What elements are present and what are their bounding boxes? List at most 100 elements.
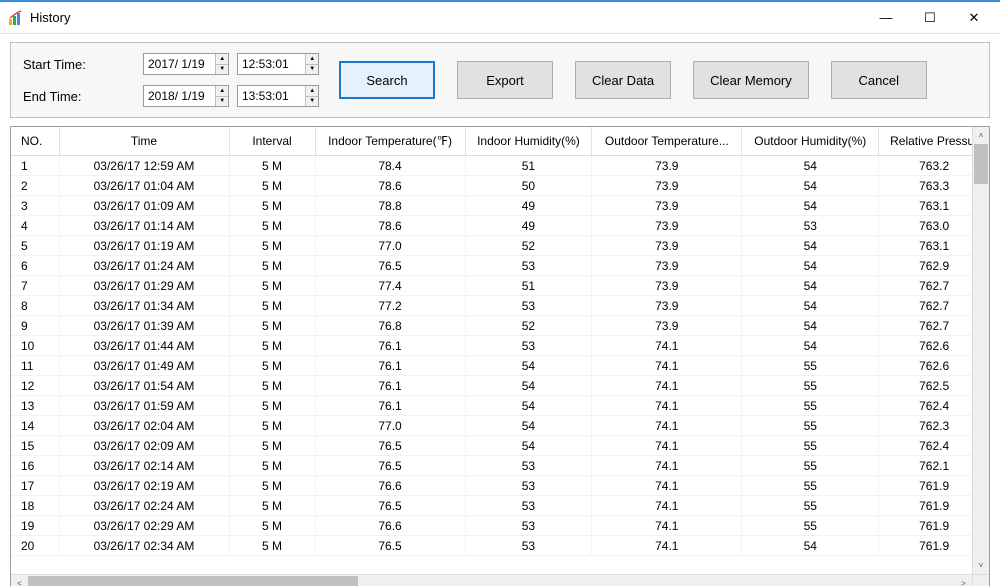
table-row[interactable]: 903/26/17 01:39 AM5 M76.85273.954762.7 [11,316,989,336]
vertical-scroll-thumb[interactable] [974,144,988,184]
start-date-input[interactable] [144,54,215,74]
maximize-button[interactable]: ☐ [908,3,952,33]
table-row[interactable]: 603/26/17 01:24 AM5 M76.55373.954762.9 [11,256,989,276]
cell-indoor_hum: 53 [465,516,592,536]
spinner-up-icon[interactable]: ▲ [216,54,228,65]
table-row[interactable]: 1203/26/17 01:54 AM5 M76.15474.155762.5 [11,376,989,396]
spinner-up-icon[interactable]: ▲ [216,86,228,97]
cell-interval: 5 M [229,496,315,516]
cell-time: 03/26/17 01:44 AM [59,336,229,356]
table-row[interactable]: 1703/26/17 02:19 AM5 M76.65374.155761.9 [11,476,989,496]
cell-interval: 5 M [229,156,315,176]
col-header-indoor-hum[interactable]: Indoor Humidity(%) [465,127,592,156]
cell-indoor_hum: 52 [465,236,592,256]
col-header-outdoor-hum[interactable]: Outdoor Humidity(%) [742,127,879,156]
date-column: Start Time: ▲ ▼ ▲ ▼ End Tim [23,53,319,107]
cell-time: 03/26/17 01:09 AM [59,196,229,216]
table-row[interactable]: 1003/26/17 01:44 AM5 M76.15374.154762.6 [11,336,989,356]
start-time-input[interactable] [238,54,305,74]
export-button[interactable]: Export [457,61,553,99]
cell-indoor_hum: 51 [465,276,592,296]
cell-outdoor_hum: 55 [742,376,879,396]
cell-no: 3 [11,196,59,216]
table-row[interactable]: 1803/26/17 02:24 AM5 M76.55374.155761.9 [11,496,989,516]
end-time-input[interactable] [238,86,305,106]
cell-no: 10 [11,336,59,356]
col-header-no[interactable]: NO. [11,127,59,156]
table-row[interactable]: 303/26/17 01:09 AM5 M78.84973.954763.1 [11,196,989,216]
end-date-input[interactable] [144,86,215,106]
start-date-field[interactable]: ▲ ▼ [143,53,229,75]
cell-outdoor_temp: 73.9 [592,316,742,336]
table-row[interactable]: 203/26/17 01:04 AM5 M78.65073.954763.3 [11,176,989,196]
scroll-left-icon[interactable]: ˂ [11,575,28,586]
col-header-interval[interactable]: Interval [229,127,315,156]
start-time-spinner: ▲ ▼ [305,54,318,74]
cell-indoor_temp: 76.5 [315,536,465,556]
start-time-label: Start Time: [23,57,143,72]
scroll-right-icon[interactable]: ˃ [955,575,972,586]
cell-indoor_temp: 76.5 [315,256,465,276]
col-header-outdoor-temp[interactable]: Outdoor Temperature... [592,127,742,156]
table-row[interactable]: 103/26/17 12:59 AM5 M78.45173.954763.2 [11,156,989,176]
table-row[interactable]: 1103/26/17 01:49 AM5 M76.15474.155762.6 [11,356,989,376]
table-row[interactable]: 1603/26/17 02:14 AM5 M76.55374.155762.1 [11,456,989,476]
cell-indoor_temp: 78.6 [315,216,465,236]
table-row[interactable]: 1303/26/17 01:59 AM5 M76.15474.155762.4 [11,396,989,416]
cell-outdoor_temp: 74.1 [592,476,742,496]
start-time-field[interactable]: ▲ ▼ [237,53,319,75]
vertical-scroll-track[interactable] [973,144,989,557]
cell-time: 03/26/17 12:59 AM [59,156,229,176]
horizontal-scroll-track[interactable] [28,575,955,586]
table-row[interactable]: 2003/26/17 02:34 AM5 M76.55374.154761.9 [11,536,989,556]
horizontal-scrollbar[interactable]: ˂ ˃ [11,574,972,586]
table-row[interactable]: 703/26/17 01:29 AM5 M77.45173.954762.7 [11,276,989,296]
spinner-down-icon[interactable]: ▼ [216,65,228,75]
scroll-up-icon[interactable]: ˄ [973,127,989,144]
end-date-field[interactable]: ▲ ▼ [143,85,229,107]
cell-no: 4 [11,216,59,236]
cell-no: 14 [11,416,59,436]
cell-time: 03/26/17 02:24 AM [59,496,229,516]
close-button[interactable]: ✕ [952,3,996,33]
cell-indoor_temp: 77.2 [315,296,465,316]
table-row[interactable]: 1903/26/17 02:29 AM5 M76.65374.155761.9 [11,516,989,536]
action-button-row: Search Export Clear Data Clear Memory Ca… [339,53,927,107]
cell-outdoor_hum: 54 [742,156,879,176]
vertical-scrollbar[interactable]: ˄ ˅ [972,127,989,574]
cell-outdoor_temp: 73.9 [592,156,742,176]
spinner-down-icon[interactable]: ▼ [306,65,318,75]
titlebar[interactable]: History — ☐ ✕ [0,2,1000,34]
cell-outdoor_hum: 55 [742,456,879,476]
table-body: 103/26/17 12:59 AM5 M78.45173.954763.220… [11,156,989,556]
table-row[interactable]: 803/26/17 01:34 AM5 M77.25373.954762.7 [11,296,989,316]
horizontal-scroll-thumb[interactable] [28,576,358,586]
table-row[interactable]: 1403/26/17 02:04 AM5 M77.05474.155762.3 [11,416,989,436]
minimize-button[interactable]: — [864,3,908,33]
cell-indoor_hum: 54 [465,396,592,416]
spinner-down-icon[interactable]: ▼ [216,97,228,107]
cell-indoor_hum: 54 [465,416,592,436]
table-row[interactable]: 403/26/17 01:14 AM5 M78.64973.953763.0 [11,216,989,236]
cell-indoor_temp: 76.1 [315,336,465,356]
cell-no: 19 [11,516,59,536]
end-time-field[interactable]: ▲ ▼ [237,85,319,107]
cell-time: 03/26/17 01:29 AM [59,276,229,296]
table-row[interactable]: 1503/26/17 02:09 AM5 M76.55474.155762.4 [11,436,989,456]
cell-time: 03/26/17 01:24 AM [59,256,229,276]
cell-time: 03/26/17 02:34 AM [59,536,229,556]
cell-outdoor_hum: 53 [742,216,879,236]
spinner-up-icon[interactable]: ▲ [306,86,318,97]
scroll-down-icon[interactable]: ˅ [973,557,989,574]
cell-indoor_temp: 77.0 [315,236,465,256]
search-button[interactable]: Search [339,61,435,99]
cancel-button[interactable]: Cancel [831,61,927,99]
cell-no: 18 [11,496,59,516]
spinner-up-icon[interactable]: ▲ [306,54,318,65]
spinner-down-icon[interactable]: ▼ [306,97,318,107]
clear-memory-button[interactable]: Clear Memory [693,61,809,99]
clear-data-button[interactable]: Clear Data [575,61,671,99]
table-row[interactable]: 503/26/17 01:19 AM5 M77.05273.954763.1 [11,236,989,256]
col-header-indoor-temp[interactable]: Indoor Temperature(℉) [315,127,465,156]
col-header-time[interactable]: Time [59,127,229,156]
